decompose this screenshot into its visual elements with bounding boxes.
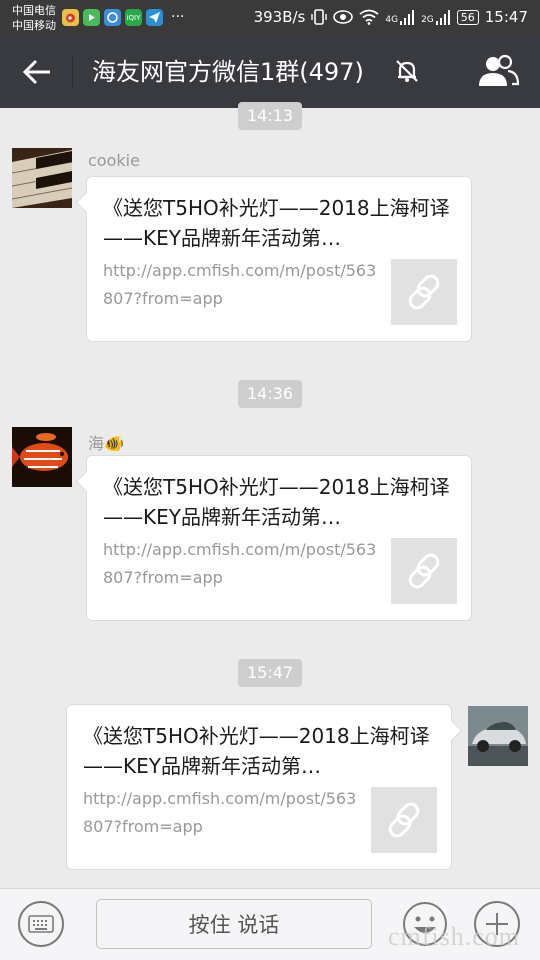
orange-fish-avatar <box>12 427 72 487</box>
carrier-2: 中国移动 <box>12 19 56 32</box>
notification-icons: iQIY ··· <box>62 9 184 26</box>
link-url: http://app.cmfish.com/m/post/563807?from… <box>103 540 377 587</box>
iqiyi-icon: iQIY <box>125 9 142 26</box>
carrier-1: 中国电信 <box>12 4 56 17</box>
more-notifications: ··· <box>171 9 185 25</box>
link-icon <box>388 802 420 838</box>
signal-2: 2G <box>421 9 451 25</box>
signal-bars-icon <box>435 9 450 25</box>
link-url: http://app.cmfish.com/m/post/563807?from… <box>103 261 377 308</box>
signal-bars-icon <box>400 9 415 25</box>
browser-icon <box>104 9 121 26</box>
signal-2-label: 2G <box>421 14 434 25</box>
link-thumbnail <box>391 259 457 325</box>
weibo-icon <box>62 9 79 26</box>
signal-1-label: 4G <box>385 14 399 25</box>
mute-bell-icon <box>396 60 418 82</box>
status-bar: 中国电信 中国移动 iQIY ··· 393B/s 4G 2G 56 15:47 <box>0 0 540 36</box>
timestamp: 14:36 <box>238 380 303 408</box>
link-thumbnail <box>391 538 457 604</box>
battery-indicator: 56 <box>456 9 479 25</box>
piano-keys-avatar <box>12 148 72 208</box>
group-members-icon[interactable] <box>476 54 520 88</box>
video-icon <box>83 9 100 26</box>
avatar[interactable] <box>12 427 72 487</box>
chat-title: 海友网官方微信1群(497) <box>92 58 364 86</box>
link-icon <box>408 553 440 589</box>
carrier-labels: 中国电信 中国移动 <box>12 3 56 33</box>
silver-car-avatar <box>468 706 528 766</box>
status-right: 393B/s 4G 2G 56 15:47 <box>254 8 528 26</box>
timestamp: 15:47 <box>238 659 303 687</box>
link-title: 《送您T5HO补光灯——2018上海柯译——KEY品牌新年活动第… <box>103 475 450 529</box>
link-message-card[interactable]: 《送您T5HO补光灯——2018上海柯译——KEY品牌新年活动第… http:/… <box>86 455 472 621</box>
net-speed: 393B/s <box>253 8 306 26</box>
link-message-card[interactable]: 《送您T5HO补光灯——2018上海柯译——KEY品牌新年活动第… http:/… <box>86 176 472 342</box>
paper-plane-icon <box>146 9 163 26</box>
sender-name: cookie <box>88 151 140 170</box>
vibrate-icon <box>311 9 328 25</box>
link-url: http://app.cmfish.com/m/post/563807?from… <box>83 789 357 836</box>
keyboard-icon <box>28 915 54 933</box>
timestamp: 14:13 <box>238 102 303 130</box>
avatar[interactable] <box>12 148 72 208</box>
link-message-card[interactable]: 《送您T5HO补光灯——2018上海柯译——KEY品牌新年活动第… http:/… <box>66 704 452 870</box>
link-thumbnail <box>371 787 437 853</box>
back-arrow-icon[interactable] <box>20 54 56 90</box>
header-divider <box>72 56 73 88</box>
link-icon <box>408 274 440 310</box>
sender-name: 海🐠 <box>88 434 124 453</box>
watermark: cmfish.com <box>387 922 520 951</box>
chat-header: 海友网官方微信1群(497) <box>0 36 540 108</box>
signal-1: 4G <box>385 9 415 25</box>
link-title: 《送您T5HO补光灯——2018上海柯译——KEY品牌新年活动第… <box>83 724 430 778</box>
wifi-icon <box>359 9 379 25</box>
keyboard-toggle-button[interactable] <box>18 901 64 947</box>
eye-icon <box>333 10 354 24</box>
link-title: 《送您T5HO补光灯——2018上海柯译——KEY品牌新年活动第… <box>103 196 450 250</box>
hold-to-talk-button[interactable]: 按住 说话 <box>96 899 372 949</box>
avatar[interactable] <box>468 706 528 766</box>
clock: 15:47 <box>484 8 528 26</box>
